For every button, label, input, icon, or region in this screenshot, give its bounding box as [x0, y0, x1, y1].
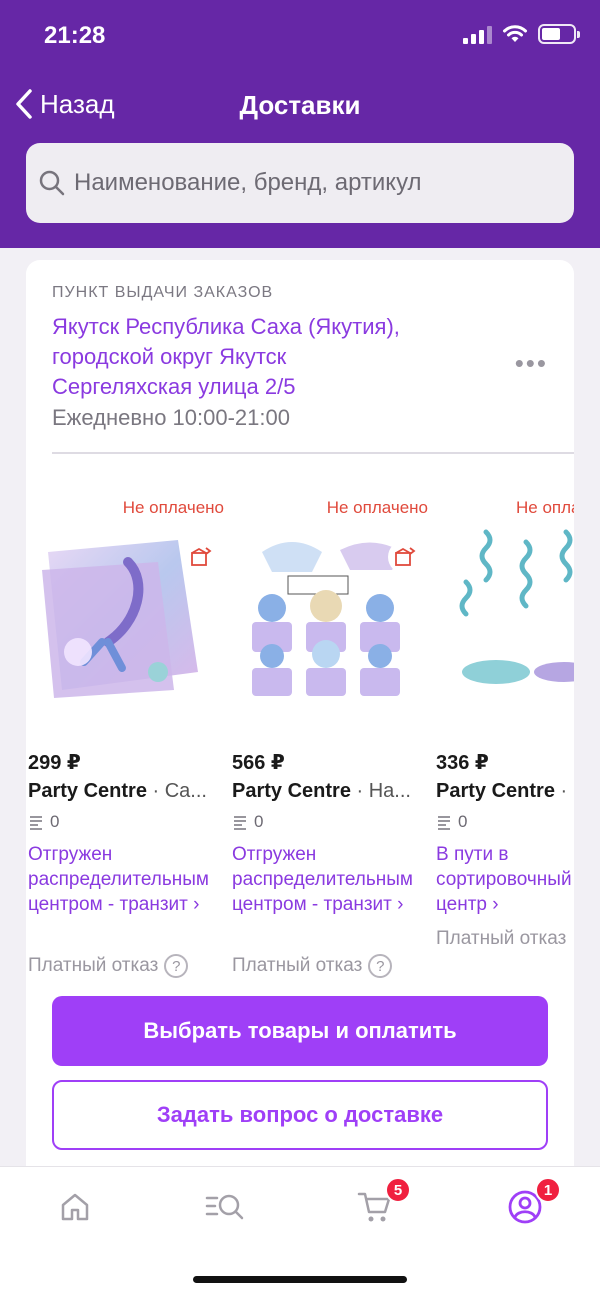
seller-name: Party Centre: [28, 780, 147, 802]
review-count: 0: [436, 812, 467, 832]
cart-badge: 5: [385, 1177, 411, 1203]
tab-home[interactable]: [55, 1187, 95, 1227]
pickup-address[interactable]: Якутск Республика Саха (Якутия), городск…: [52, 312, 492, 402]
paid-refusal[interactable]: Платный отказ: [436, 928, 566, 950]
payment-status: Не оплачено: [516, 498, 574, 517]
product-price: 566 ₽: [232, 752, 285, 774]
product-price: 299 ₽: [28, 752, 81, 774]
profile-badge: 1: [535, 1177, 561, 1203]
product-name-truncated: ·: [554, 780, 568, 802]
product-seller: Party Centre · На...: [232, 780, 420, 803]
divider: [52, 452, 574, 454]
reviews-icon: [234, 816, 246, 830]
help-icon[interactable]: ?: [164, 954, 189, 978]
delivery-card: ПУНКТ ВЫДАЧИ ЗАКАЗОВ Якутск Республика С…: [26, 260, 574, 1180]
payment-status: Не оплачено: [326, 498, 428, 517]
address-line: Якутск Республика Саха (Якутия),: [52, 314, 400, 339]
battery-icon: [538, 24, 580, 44]
delivery-status-link[interactable]: Отгружен распределительным центром - тра…: [232, 842, 422, 917]
paid-refusal-label: Платный отказ: [28, 955, 159, 976]
nav-bar: Назад Доставки: [0, 80, 600, 132]
catalog-search-icon: [205, 1194, 244, 1220]
product-carousel[interactable]: Не оплачено 299 ₽ Party Centre · Ca... 0…: [26, 482, 574, 1002]
ask-delivery-question-button[interactable]: Задать вопрос о доставке: [52, 1080, 548, 1150]
product-price: 336 ₽: [436, 752, 489, 774]
status-time: 21:28: [44, 22, 106, 49]
box-return-icon: [388, 540, 422, 574]
product-seller: Party Centre · Ca...: [28, 780, 216, 803]
paid-refusal[interactable]: Платный отказ ?: [28, 954, 189, 978]
address-line: Сергеляхская улица 2/5: [52, 374, 296, 399]
help-icon[interactable]: ?: [368, 954, 393, 978]
status-icons: [463, 24, 580, 44]
home-icon: [61, 1193, 89, 1221]
product-image[interactable]: [446, 522, 574, 698]
tab-profile[interactable]: 1: [505, 1177, 561, 1227]
search-placeholder: Наименование, бренд, артикул: [74, 169, 422, 196]
product-name-truncated: · Ca...: [146, 780, 207, 802]
tab-catalog[interactable]: [205, 1187, 245, 1227]
search-icon: [39, 170, 65, 196]
review-count: 0: [28, 812, 59, 832]
paid-refusal-label: Платный отказ: [436, 928, 567, 949]
search-input[interactable]: Наименование, бренд, артикул: [26, 143, 574, 223]
pickup-label: ПУНКТ ВЫДАЧИ ЗАКАЗОВ: [52, 284, 274, 301]
page-title: Доставки: [239, 90, 361, 120]
select-and-pay-button[interactable]: Выбрать товары и оплатить: [52, 996, 548, 1066]
review-count: 0: [232, 812, 263, 832]
paid-refusal[interactable]: Платный отказ ?: [232, 954, 393, 978]
review-count-value: 0: [458, 812, 468, 831]
reviews-icon: [30, 816, 42, 830]
home-indicator: [193, 1276, 407, 1283]
box-return-icon: [184, 540, 218, 574]
delivery-status-link[interactable]: В пути в сортировочный центр ›: [436, 842, 574, 917]
pickup-hours: Ежедневно 10:00-21:00: [52, 405, 290, 430]
status-bar: 21:28: [0, 0, 600, 70]
payment-status: Не оплачено: [122, 498, 224, 517]
paid-refusal-label: Платный отказ: [232, 955, 363, 976]
reviews-icon: [438, 816, 450, 830]
seller-name: Party Centre: [436, 780, 555, 802]
header: 21:28 Назад Доставки Наименование, бренд…: [0, 0, 600, 248]
delivery-status-link[interactable]: Отгружен распределительным центром - тра…: [28, 842, 218, 917]
more-options-icon[interactable]: •••: [515, 348, 548, 379]
review-count-value: 0: [254, 812, 264, 831]
address-line: городской округ Якутск: [52, 344, 287, 369]
tab-cart[interactable]: 5: [355, 1177, 411, 1227]
product-seller: Party Centre ·: [436, 780, 574, 803]
review-count-value: 0: [50, 812, 60, 831]
seller-name: Party Centre: [232, 780, 351, 802]
cellular-signal-icon: [463, 24, 492, 44]
product-name-truncated: · На...: [350, 780, 411, 802]
wifi-icon: [503, 25, 527, 42]
